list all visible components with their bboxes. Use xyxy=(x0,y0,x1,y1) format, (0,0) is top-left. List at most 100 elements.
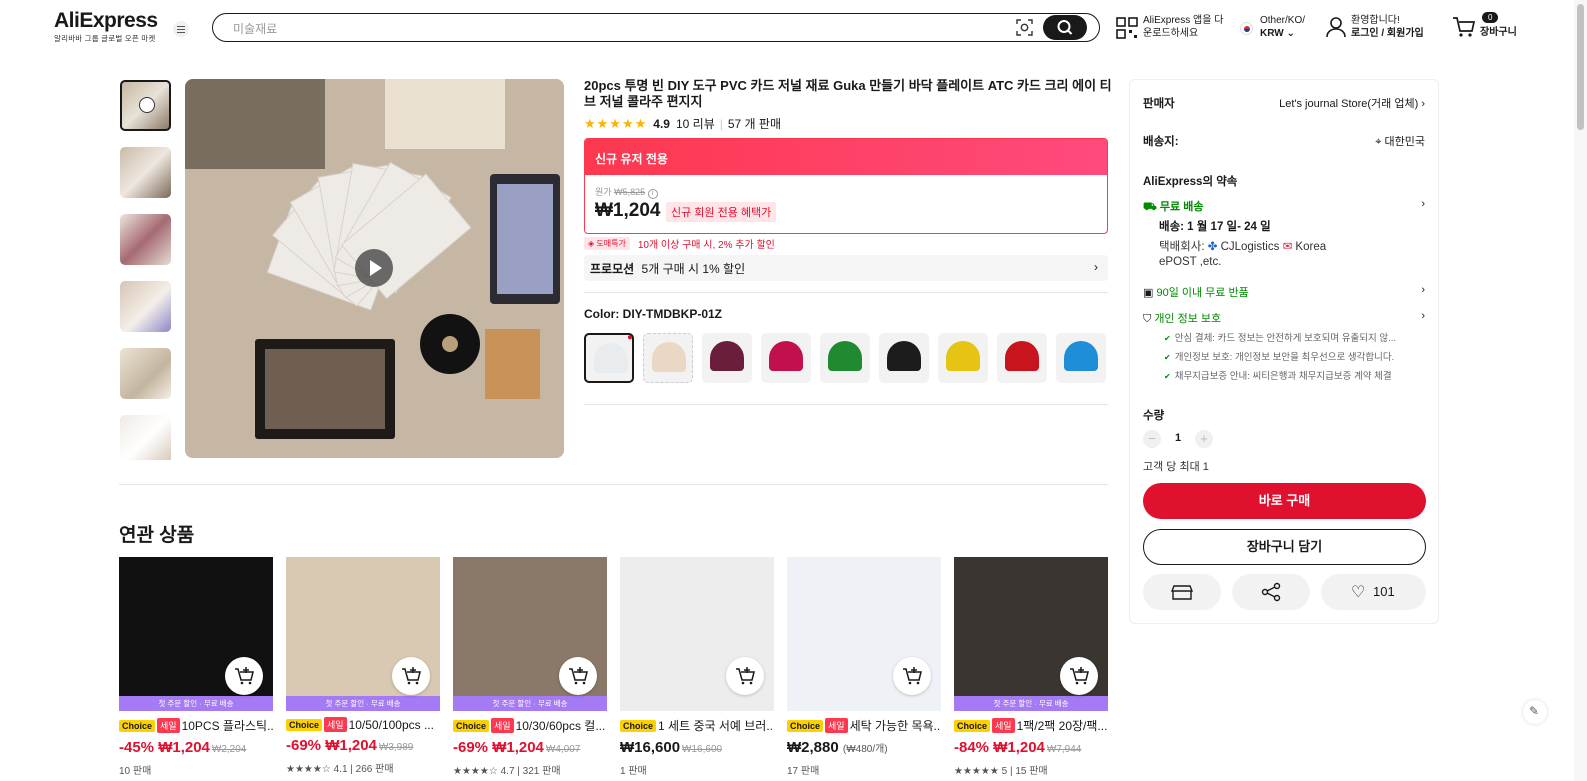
product-card[interactable]: Choice 세일 세탁 가능한 목욕... ₩2,880 (₩480/개) 17 판매 xyxy=(787,557,941,777)
thumbnail-image[interactable] xyxy=(120,348,171,399)
page-scrollbar[interactable] xyxy=(1574,0,1587,781)
wishlist-button[interactable]: ♡ 101 xyxy=(1321,574,1426,610)
product-name-row[interactable]: Choice 세일 세탁 가능한 목욕... xyxy=(787,717,941,734)
color-swatch[interactable] xyxy=(761,333,811,383)
add-to-cart-button[interactable] xyxy=(1060,657,1098,695)
language-currency[interactable]: Other/KO/ KRW ⌄ xyxy=(1240,14,1305,40)
product-image[interactable]: 첫 주문 할인 · 무료 배송 xyxy=(119,557,273,711)
product-card[interactable]: 첫 주문 할인 · 무료 배송 Choice 세일 1팩/2팩 20장/팩... -84… xyxy=(954,557,1108,777)
promotion-row[interactable]: 프로모션 5개 구매 시 1% 할인 › xyxy=(584,255,1108,281)
add-to-cart-button[interactable] xyxy=(392,657,430,695)
store-button[interactable] xyxy=(1143,574,1221,610)
product-card[interactable]: Choice 1 세트 중국 서예 브러... ₩16,600 ₩16,600 1 판매 xyxy=(620,557,774,777)
product-name-row[interactable]: Choice 세일 10/30/60pcs 컬... xyxy=(453,717,607,734)
product-image[interactable]: 첫 주문 할인 · 무료 배송 xyxy=(954,557,1108,711)
language-label: Other/KO/ xyxy=(1260,15,1306,26)
thumbnail-image[interactable] xyxy=(120,415,171,460)
color-swatch[interactable] xyxy=(702,333,752,383)
product-name: 1 세트 중국 서예 브러... xyxy=(658,719,774,733)
color-swatch[interactable]: ● xyxy=(584,333,634,383)
color-swatch[interactable] xyxy=(643,333,693,383)
seller-row[interactable]: 판매자 Let's journal Store(거래 업체) › xyxy=(1143,95,1425,111)
original-price: ₩7,944 xyxy=(1046,744,1082,755)
product-image[interactable]: 첫 주문 할인 · 무료 배송 xyxy=(286,557,440,711)
product-image[interactable]: 첫 주문 할인 · 무료 배송 xyxy=(453,557,607,711)
add-to-cart-button[interactable] xyxy=(726,657,764,695)
app-line1: AliExpress 앱을 다 xyxy=(1143,15,1224,26)
product-image[interactable] xyxy=(620,557,774,711)
edit-feedback-button[interactable]: ✎ xyxy=(1523,700,1547,724)
discount-percent: -45% xyxy=(119,739,155,756)
buy-now-button[interactable]: 바로 구매 xyxy=(1143,483,1426,519)
cart-link[interactable]: 0 장바구니 xyxy=(1452,12,1517,39)
security-check-3: 채무지급보증 안내: 씨티은행과 채무지급보증 계약 체결 xyxy=(1164,368,1392,382)
qty-increase-button[interactable]: + xyxy=(1195,430,1213,448)
menu-icon[interactable] xyxy=(173,21,189,37)
app-line2: 운로드하세요 xyxy=(1143,28,1199,39)
seller-name[interactable]: Let's journal Store(거래 업체) xyxy=(1279,98,1418,110)
truck-icon: ⛟ xyxy=(1143,201,1157,213)
thumbnail-video[interactable] xyxy=(120,80,171,131)
add-to-cart-button[interactable] xyxy=(225,657,263,695)
cart-icon xyxy=(1453,17,1476,37)
sale-price: ₩1,204 xyxy=(158,739,210,756)
ship-to-country: 대한민국 xyxy=(1384,136,1425,148)
purchase-panel: 판매자 Let's journal Store(거래 업체) › 배송지: ⌖ … xyxy=(1129,79,1439,624)
product-name-row[interactable]: Choice 1 세트 중국 서예 브러... xyxy=(620,717,774,734)
download-app[interactable]: AliExpress 앱을 다 운로드하세요 xyxy=(1116,14,1223,40)
seller-label: 판매자 xyxy=(1143,98,1175,110)
product-card[interactable]: 첫 주문 할인 · 무료 배송 Choice 세일 10PCS 플라스틱... -45%… xyxy=(119,557,273,777)
color-swatch[interactable] xyxy=(997,333,1047,383)
video-play-button[interactable] xyxy=(355,249,393,287)
privacy-row[interactable]: ⛉ 개인 정보 보호 › xyxy=(1143,310,1425,326)
cart-count-badge: 0 xyxy=(1482,12,1499,23)
bulk-tag: ◈ 도매특가 xyxy=(584,237,630,250)
review-count-link[interactable]: 10 리뷰 xyxy=(676,115,715,132)
add-to-cart-button[interactable]: 장바구니 담기 xyxy=(1143,529,1426,565)
product-name-row[interactable]: Choice 세일 1팩/2팩 20장/팩... xyxy=(954,717,1108,734)
aliexpress-logo[interactable]: AliExpress 알리바바 그룹 글로벌 오픈 마켓 xyxy=(54,10,158,44)
search-bar[interactable]: 미술재료 xyxy=(212,13,1100,42)
welcome-text: 환영합니다! xyxy=(1351,15,1400,26)
ship-to-row[interactable]: 배송지: ⌖ 대한민국 xyxy=(1143,133,1425,149)
original-price: ₩3,989 xyxy=(378,742,414,753)
scrollbar-thumb[interactable] xyxy=(1577,4,1584,130)
color-swatch[interactable] xyxy=(820,333,870,383)
add-to-cart-button[interactable] xyxy=(559,657,597,695)
quantity-value[interactable]: 1 xyxy=(1175,432,1181,444)
search-input[interactable]: 미술재료 xyxy=(233,20,277,37)
original-price: 원가 ₩5,825 i xyxy=(595,185,658,199)
product-card[interactable]: 첫 주문 할인 · 무료 배송 Choice 세일 10/50/100pcs ... -… xyxy=(286,557,440,777)
thumbnail-image[interactable] xyxy=(120,281,171,332)
account-menu[interactable]: 환영합니다! 로그인 / 회원가입 xyxy=(1326,14,1424,40)
thumbnail-image[interactable] xyxy=(120,214,171,265)
login-signup-link[interactable]: 로그인 / 회원가입 xyxy=(1351,27,1424,40)
first-order-banner: 첫 주문 할인 · 무료 배송 xyxy=(453,696,607,711)
return-icon: ▣ xyxy=(1143,287,1154,299)
thumbnail-image[interactable] xyxy=(120,147,171,198)
return-policy-row[interactable]: ▣ 90일 이내 무료 반품 › xyxy=(1143,284,1425,300)
security-check-1: 안심 결제: 카드 정보는 안전하게 보호되며 유출되지 않... xyxy=(1164,330,1396,344)
add-to-cart-button[interactable] xyxy=(893,657,931,695)
product-name-row[interactable]: Choice 세일 10PCS 플라스틱... xyxy=(119,717,273,734)
thumbnail-list[interactable] xyxy=(120,80,172,460)
qty-decrease-button[interactable]: − xyxy=(1143,430,1161,448)
main-product-image[interactable] xyxy=(185,79,564,458)
chevron-right-icon: › xyxy=(1421,98,1425,110)
first-order-banner: 첫 주문 할인 · 무료 배송 xyxy=(286,696,440,711)
promotion-label: 프로모션 xyxy=(590,262,635,276)
product-image[interactable] xyxy=(787,557,941,711)
color-swatch[interactable] xyxy=(938,333,988,383)
product-name-row[interactable]: Choice 세일 10/50/100pcs ... xyxy=(286,717,440,732)
search-button[interactable] xyxy=(1043,15,1087,40)
color-swatch[interactable] xyxy=(879,333,929,383)
color-swatch[interactable] xyxy=(1056,333,1106,383)
share-button[interactable] xyxy=(1232,574,1310,610)
delivery-date: 배송: 1 월 17 일- 24 일 xyxy=(1159,221,1271,233)
product-card[interactable]: 첫 주문 할인 · 무료 배송 Choice 세일 10/30/60pcs 컬... -… xyxy=(453,557,607,777)
hot-icon: ● xyxy=(626,333,633,343)
camera-search-icon[interactable] xyxy=(1016,19,1033,36)
swatch-image xyxy=(769,341,803,371)
info-icon[interactable]: i xyxy=(647,189,658,199)
free-shipping-row[interactable]: ⛟ 무료 배송 › xyxy=(1143,198,1425,215)
